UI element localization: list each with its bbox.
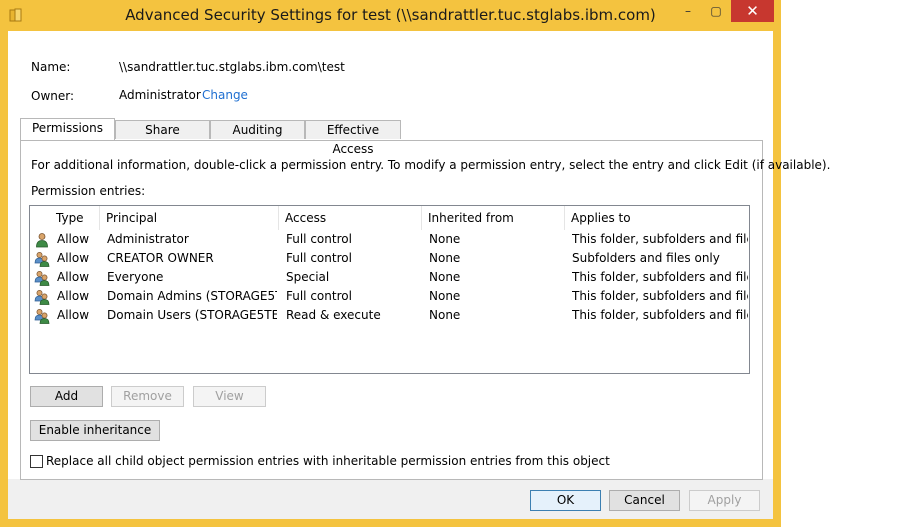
add-button[interactable]: Add: [30, 386, 103, 407]
row-type: Allow: [57, 251, 90, 265]
apply-button[interactable]: Apply: [689, 490, 760, 511]
row-principal: Everyone: [107, 270, 164, 284]
row-type: Allow: [57, 308, 90, 322]
table-row[interactable]: Allow CREATOR OWNER Full control None Su…: [30, 249, 749, 268]
tab-effective-access[interactable]: Effective Access: [305, 120, 401, 156]
name-label: Name:: [31, 60, 71, 74]
replace-child-permissions-label: Replace all child object permission entr…: [46, 454, 610, 468]
tab-permissions[interactable]: Permissions: [20, 118, 115, 140]
row-inherited-from: None: [429, 251, 461, 265]
table-row[interactable]: Allow Domain Admins (STORAGE5T... Full c…: [30, 287, 749, 306]
change-owner-link[interactable]: Change: [202, 88, 248, 102]
remove-button[interactable]: Remove: [111, 386, 184, 407]
row-applies-to: This folder, subfolders and files: [572, 232, 748, 246]
permission-entries-label: Permission entries:: [31, 184, 146, 198]
row-inherited-from: None: [429, 308, 461, 322]
table-row[interactable]: Allow Administrator Full control None Th…: [30, 230, 749, 249]
permission-entries-list[interactable]: Type Principal Access Inherited from App…: [29, 205, 750, 374]
tab-auditing[interactable]: Auditing: [210, 120, 305, 139]
row-access: Special: [286, 270, 330, 284]
table-row[interactable]: Allow Domain Users (STORAGE5TES... Read …: [30, 306, 749, 325]
enable-inheritance-button[interactable]: Enable inheritance: [30, 420, 160, 441]
info-text: For additional information, double-click…: [31, 158, 831, 172]
replace-child-permissions-checkbox[interactable]: [30, 455, 43, 468]
row-applies-to: This folder, subfolders and files: [572, 270, 748, 284]
row-applies-to: Subfolders and files only: [572, 251, 720, 265]
column-header-applies-to[interactable]: Applies to: [565, 206, 749, 230]
ok-button[interactable]: OK: [530, 490, 601, 511]
row-applies-to: This folder, subfolders and files: [572, 289, 748, 303]
cancel-button[interactable]: Cancel: [609, 490, 680, 511]
single-user-icon: [36, 233, 48, 248]
row-principal: Domain Admins (STORAGE5T...: [107, 289, 277, 303]
column-header-type[interactable]: Type: [50, 206, 100, 230]
table-row[interactable]: Allow Everyone Special None This folder,…: [30, 268, 749, 287]
column-header-inherited-from[interactable]: Inherited from: [422, 206, 565, 230]
owner-value: Administrator: [119, 88, 201, 102]
column-header-access[interactable]: Access: [279, 206, 422, 230]
view-button[interactable]: View: [193, 386, 266, 407]
row-principal: Domain Users (STORAGE5TES...: [107, 308, 277, 322]
row-principal: CREATOR OWNER: [107, 251, 214, 265]
title-bar[interactable]: Advanced Security Settings for test (\\s…: [0, 0, 781, 32]
row-principal: Administrator: [107, 232, 189, 246]
row-type: Allow: [57, 270, 90, 284]
row-access: Full control: [286, 289, 352, 303]
row-access: Full control: [286, 251, 352, 265]
row-inherited-from: None: [429, 232, 461, 246]
row-access: Read & execute: [286, 308, 381, 322]
user-group-icon: [34, 309, 50, 324]
maximize-button[interactable]: ▢: [703, 0, 729, 22]
row-inherited-from: None: [429, 270, 461, 284]
name-value: \\sandrattler.tuc.stglabs.ibm.com\test: [119, 60, 345, 74]
row-inherited-from: None: [429, 289, 461, 303]
window-title: Advanced Security Settings for test (\\s…: [125, 6, 656, 24]
row-access: Full control: [286, 232, 352, 246]
dialog-window: Advanced Security Settings for test (\\s…: [0, 0, 830, 527]
tab-share[interactable]: Share: [115, 120, 210, 139]
column-header-principal[interactable]: Principal: [100, 206, 279, 230]
row-type: Allow: [57, 289, 90, 303]
user-group-icon: [34, 290, 50, 305]
row-type: Allow: [57, 232, 90, 246]
minimize-button[interactable]: –: [675, 0, 701, 22]
close-button[interactable]: ✕: [731, 0, 774, 22]
owner-label: Owner:: [31, 89, 75, 103]
user-group-icon: [34, 252, 50, 267]
user-group-icon: [34, 271, 50, 286]
row-applies-to: This folder, subfolders and files: [572, 308, 748, 322]
